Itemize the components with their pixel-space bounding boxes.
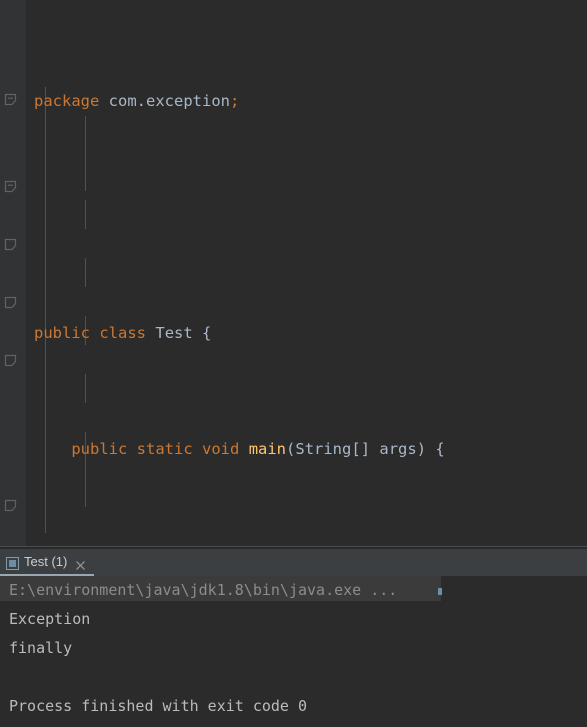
- fold-marker-icon[interactable]: [4, 499, 17, 512]
- code-content[interactable]: package com.exception; public class Test…: [26, 0, 587, 548]
- console-run-icon: [6, 555, 19, 570]
- token-semicolon: ;: [230, 92, 240, 110]
- run-panel: Test (1) E:\environment\java\jdk1.8\bin\…: [0, 549, 587, 727]
- token-class-name: String: [295, 440, 352, 458]
- console-line-wrap: E:\environment\java\jdk1.8\bin\java.exe …: [0, 576, 587, 605]
- code-line[interactable]: public static void main(String[] args) {: [26, 435, 587, 464]
- fold-marker-icon[interactable]: [4, 296, 17, 309]
- tab-label: Test (1): [24, 554, 68, 569]
- console-output[interactable]: E:\environment\java\jdk1.8\bin\java.exe …: [0, 576, 587, 727]
- console-command-line: E:\environment\java\jdk1.8\bin\java.exe …: [9, 581, 398, 599]
- token-keyword: static: [136, 440, 193, 458]
- editor-gutter[interactable]: [0, 0, 26, 548]
- token-method-name: main: [248, 440, 287, 458]
- ide-window: package com.exception; public class Test…: [0, 0, 587, 727]
- console-output-line: Process finished with exit code 0: [9, 697, 308, 715]
- token-paren: ): [416, 440, 427, 458]
- close-icon[interactable]: [75, 556, 86, 570]
- token-keyword: package: [34, 92, 100, 110]
- run-tab-bar: Test (1): [0, 549, 587, 576]
- token-keyword: class: [99, 324, 147, 342]
- token-brackets: []: [351, 440, 371, 458]
- console-output-line: finally: [9, 639, 73, 657]
- code-line[interactable]: package com.exception;: [26, 87, 587, 116]
- token-brace: {: [202, 324, 212, 342]
- token-brace: {: [435, 440, 445, 458]
- fold-marker-icon[interactable]: [4, 180, 17, 193]
- token-package-name: com.exception: [108, 92, 230, 110]
- code-line[interactable]: [26, 203, 587, 232]
- fold-marker-icon[interactable]: [4, 93, 17, 106]
- token-keyword: public: [71, 440, 128, 458]
- token-paren: (: [286, 440, 296, 458]
- fold-marker-icon[interactable]: [4, 354, 17, 367]
- tab-test-run[interactable]: Test (1): [0, 549, 95, 576]
- token-class-name: Test: [155, 324, 193, 342]
- token-keyword: public: [34, 324, 90, 342]
- token-keyword: void: [202, 440, 240, 458]
- console-output-line: Exception: [9, 610, 91, 628]
- code-line[interactable]: public class Test {: [26, 319, 587, 348]
- code-editor[interactable]: package com.exception; public class Test…: [0, 0, 587, 548]
- fold-marker-icon[interactable]: [4, 238, 17, 251]
- token-parameter: args: [379, 440, 417, 458]
